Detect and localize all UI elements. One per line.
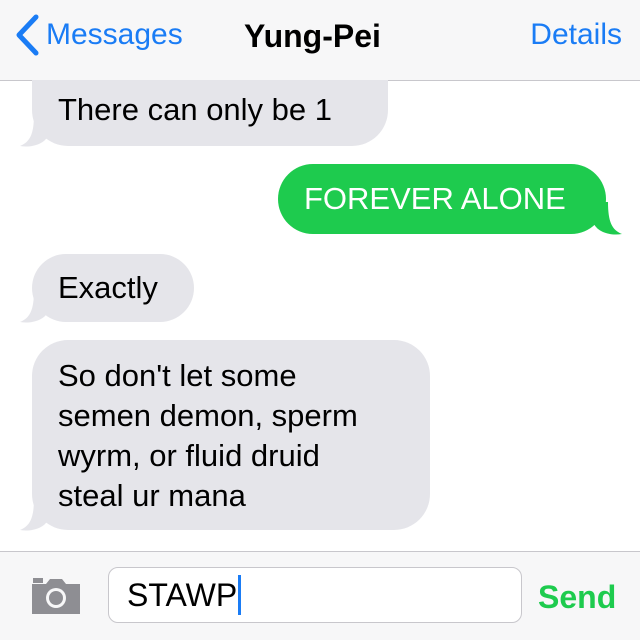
message-line: So don't let some	[58, 358, 297, 393]
camera-button[interactable]	[30, 576, 82, 621]
message-text: There can only be 1	[58, 92, 333, 127]
messages-conversation-screen: Messages Yung-Pei Details There can only…	[0, 0, 640, 640]
incoming-message: So don't let some semen demon, sperm wyr…	[32, 340, 430, 530]
text-cursor	[238, 574, 242, 615]
message-line: semen demon, sperm	[58, 398, 358, 433]
back-button-label: Messages	[46, 18, 183, 51]
message-composer: STAWP Send	[0, 551, 640, 640]
details-button[interactable]: Details	[530, 18, 622, 52]
camera-icon	[32, 578, 80, 614]
send-button[interactable]: Send	[538, 579, 616, 616]
outgoing-message: FOREVER ALONE	[278, 164, 606, 234]
message-line: wyrm, or fluid druid	[58, 438, 320, 473]
message-line: steal ur mana	[58, 478, 246, 513]
message-input[interactable]: STAWP	[108, 567, 522, 623]
incoming-message: Exactly	[32, 254, 194, 322]
chevron-left-icon	[16, 14, 39, 56]
incoming-message: There can only be 1	[32, 80, 388, 146]
conversation-title: Yung-Pei	[244, 18, 381, 54]
back-button[interactable]: Messages	[14, 10, 183, 60]
message-text: Exactly	[58, 270, 158, 305]
navigation-bar: Messages Yung-Pei Details	[0, 0, 640, 81]
message-text: FOREVER ALONE	[304, 181, 566, 216]
message-input-text: STAWP	[127, 577, 238, 613]
